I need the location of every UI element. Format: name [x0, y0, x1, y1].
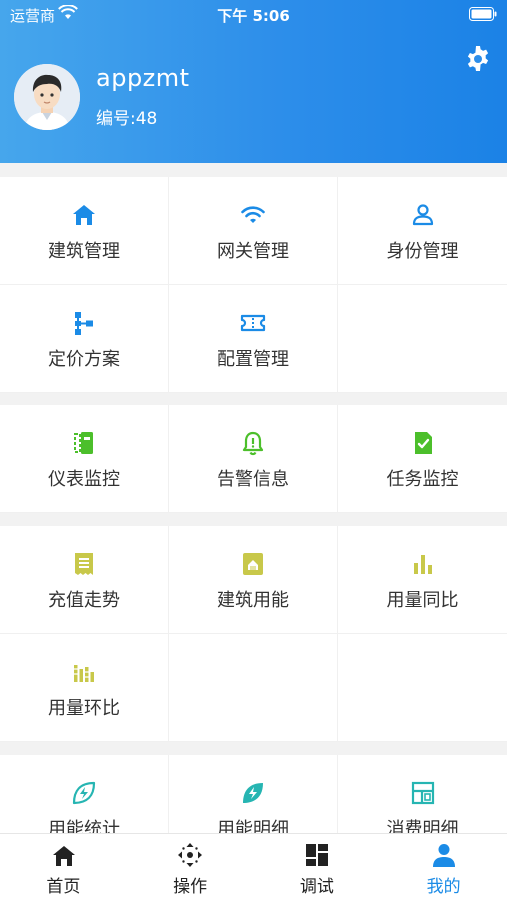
menu-item-label: 充值走势 — [48, 590, 120, 611]
avatar-portrait-icon — [14, 64, 80, 130]
bottom-tab-bar: 首页 操作 调试 我的 — [0, 833, 507, 900]
menu-item-label: 定价方案 — [48, 349, 120, 370]
tab-label: 调试 — [299, 877, 334, 897]
user-id-label: 编号: — [96, 109, 136, 129]
menu-content: 建筑管理 网关管理 身份管理定价方案 配置管理 仪表监控 告警信息 任务监控 充值走势 建筑… — [0, 163, 507, 833]
menu-item-label: 用能统计 — [48, 819, 120, 833]
user-icon — [409, 201, 437, 229]
menu-section-energy: 用能统计 用能明细 消费明细 — [0, 755, 507, 833]
user-id: 编号:48 — [96, 104, 157, 129]
menu-item-label: 用能明细 — [217, 819, 289, 833]
multi-bar-icon — [70, 658, 98, 686]
menu-item-consumption-detail[interactable]: 消费明细 — [338, 755, 507, 833]
menu-item-meter-monitor[interactable]: 仪表监控 — [0, 405, 169, 513]
leaf-bolt-solid-icon — [239, 779, 267, 807]
menu-item-label: 建筑用能 — [217, 590, 289, 611]
menu-item-empty — [169, 634, 338, 742]
menu-item-empty — [338, 285, 507, 393]
screen: 运营商 下午 5:06 appzmt 编号:48 建筑管理 网关管理 身份管理 … — [0, 0, 507, 900]
menu-item-label: 任务监控 — [386, 469, 459, 490]
ticket-icon — [239, 309, 267, 337]
tab-home[interactable]: 首页 — [0, 834, 127, 900]
battery-icon — [469, 7, 497, 21]
avatar[interactable] — [14, 64, 80, 130]
settings-gear-icon[interactable] — [465, 46, 491, 72]
menu-item-building-mgmt[interactable]: 建筑管理 — [0, 177, 169, 285]
leaf-bolt-icon — [70, 779, 98, 807]
menu-section-management: 建筑管理 网关管理 身份管理定价方案 配置管理 — [0, 177, 507, 393]
menu-item-usage-mom[interactable]: 用量环比 — [0, 634, 169, 742]
tab-label: 我的 — [426, 877, 461, 897]
menu-item-gateway-mgmt[interactable]: 网关管理 — [169, 177, 338, 285]
username: appzmt — [96, 64, 190, 92]
hierarchy-icon — [70, 309, 98, 337]
menu-item-label: 告警信息 — [217, 469, 289, 490]
menu-item-label: 建筑管理 — [48, 241, 120, 262]
menu-item-empty — [338, 634, 507, 742]
home-icon — [50, 842, 76, 868]
menu-item-label: 用量同比 — [386, 590, 459, 611]
menu-item-label: 用量环比 — [48, 698, 120, 719]
home-icon — [70, 201, 98, 229]
profile-header: 运营商 下午 5:06 appzmt 编号:48 — [0, 0, 507, 163]
person-icon — [431, 842, 457, 868]
menu-item-building-energy[interactable]: 建筑用能 — [169, 526, 338, 634]
menu-item-energy-detail[interactable]: 用能明细 — [169, 755, 338, 833]
tab-mine[interactable]: 我的 — [380, 834, 507, 900]
tab-debug[interactable]: 调试 — [254, 834, 381, 900]
menu-item-label: 身份管理 — [386, 241, 459, 262]
menu-item-label: 网关管理 — [217, 241, 289, 262]
tab-operate[interactable]: 操作 — [127, 834, 254, 900]
task-doc-icon — [409, 429, 437, 457]
move-arrows-icon — [177, 842, 203, 868]
meter-icon — [70, 429, 98, 457]
menu-item-label: 仪表监控 — [48, 469, 120, 490]
user-id-value: 48 — [135, 109, 158, 129]
layout-icon — [409, 779, 437, 807]
menu-item-recharge-trend[interactable]: 充值走势 — [0, 526, 169, 634]
dashboard-icon — [304, 842, 330, 868]
menu-item-label: 消费明细 — [386, 819, 459, 833]
menu-item-identity-mgmt[interactable]: 身份管理 — [338, 177, 507, 285]
menu-item-config-mgmt[interactable]: 配置管理 — [169, 285, 338, 393]
menu-item-label: 配置管理 — [217, 349, 289, 370]
bar-chart-icon — [409, 550, 437, 578]
menu-item-energy-stats[interactable]: 用能统计 — [0, 755, 169, 833]
menu-section-analytics: 充值走势 建筑用能 用量同比用量环比 — [0, 526, 507, 742]
receipt-icon — [70, 550, 98, 578]
status-time: 下午 5:06 — [217, 7, 290, 25]
menu-item-task-monitor[interactable]: 任务监控 — [338, 405, 507, 513]
menu-section-monitoring: 仪表监控 告警信息 任务监控 — [0, 405, 507, 513]
building-doc-icon — [239, 550, 267, 578]
menu-item-pricing-plan[interactable]: 定价方案 — [0, 285, 169, 393]
wifi-icon — [239, 201, 267, 229]
status-bar: 运营商 下午 5:06 — [0, 0, 507, 28]
tab-label: 首页 — [46, 877, 81, 897]
tab-label: 操作 — [173, 877, 208, 897]
bell-icon — [239, 429, 267, 457]
menu-item-usage-yoy[interactable]: 用量同比 — [338, 526, 507, 634]
menu-item-alarm-info[interactable]: 告警信息 — [169, 405, 338, 513]
